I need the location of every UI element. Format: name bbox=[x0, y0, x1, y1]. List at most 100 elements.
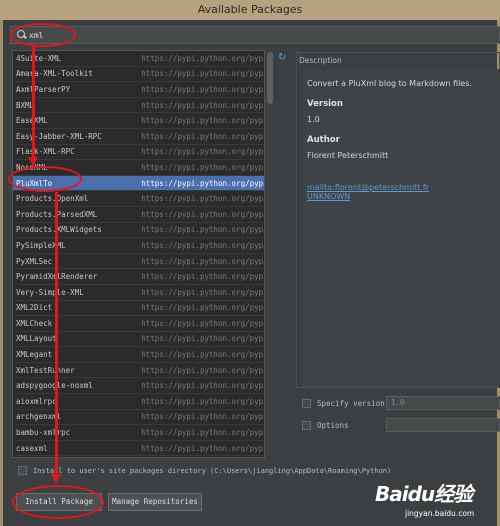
package-row[interactable]: Amara-XML-Toolkit https://pypi.python.org… bbox=[13, 67, 264, 83]
package-repo: https://pypi.python.org/pypi bbox=[141, 178, 264, 188]
package-name: Very-Simple-XML bbox=[16, 287, 84, 297]
baidu-jingyan-watermark: Baidu经验 jingyan.baidu.com bbox=[375, 478, 500, 524]
window-title: Available Packages bbox=[0, 0, 500, 20]
specify-version-checkbox[interactable] bbox=[302, 398, 311, 408]
package-repo: https://pypi.python.org/pypi bbox=[141, 287, 264, 297]
author-value: Florent Peterschmitt bbox=[307, 151, 389, 160]
package-repo: https://pypi.python.org/pypi bbox=[141, 147, 264, 157]
package-row[interactable]: bambu-xmlrpc https://pypi.python.org/pypi bbox=[13, 425, 264, 441]
package-repo: https://pypi.python.org/pypi bbox=[141, 225, 264, 235]
package-row[interactable]: Products.XMLWidgets https://pypi.python.o… bbox=[13, 223, 264, 239]
package-repo: https://pypi.python.org/pypi bbox=[141, 350, 264, 360]
package-repo: https://pypi.python.org/pypi bbox=[141, 162, 264, 172]
package-repo: https://pypi.python.org/pypi bbox=[141, 53, 264, 63]
package-row[interactable]: XMLCheck https://pypi.python.org/pypi bbox=[13, 316, 264, 332]
package-name: PyramidXmlRenderer bbox=[13, 272, 141, 281]
package-name: aioxmlrpc bbox=[16, 396, 57, 406]
homepage-link[interactable]: UNKNOWN bbox=[307, 192, 497, 201]
author-heading: Author bbox=[307, 135, 340, 145]
package-repo: https://pypi.python.org/pypi bbox=[141, 84, 264, 94]
watermark-logo: Baidu经验 bbox=[375, 482, 473, 506]
package-row[interactable]: AxmlParserPY https://pypi.python.org/pypi bbox=[13, 82, 264, 98]
refresh-icon[interactable]: ↻ bbox=[278, 53, 288, 63]
install-highlight-circle bbox=[12, 485, 104, 519]
package-list[interactable]: 4Suite-XML https://pypi.python.org/pypi Am… bbox=[12, 50, 265, 458]
package-row[interactable]: aioxmlrpc https://pypi.python.org/pypi bbox=[13, 394, 264, 410]
package-repo: https://pypi.python.org/pypi bbox=[141, 240, 264, 250]
arrow-head-1 bbox=[28, 157, 38, 166]
options-input[interactable] bbox=[386, 418, 500, 432]
package-row[interactable]: Easy-Jabber-XML-RPC https://pypi.python.o… bbox=[13, 129, 264, 145]
package-row[interactable]: EaseXMLhttps://pypi.python.org/pypi bbox=[13, 113, 264, 129]
package-repo: https://pypi.python.org/pypi bbox=[141, 131, 264, 141]
package-list-scrollbar[interactable] bbox=[266, 50, 274, 458]
package-row[interactable]: BXML https://pypi.python.org/pypi bbox=[13, 98, 264, 114]
description-content: Convert a PluXml blog to Markdown files.… bbox=[303, 69, 500, 387]
scrollbar-thumb[interactable] bbox=[267, 52, 273, 104]
manage-repositories-button[interactable]: Manage Repositories bbox=[108, 493, 202, 511]
package-row[interactable]: XMLLayout https://pypi.python.org/pypi bbox=[13, 332, 264, 348]
specify-version-label: Specify version bbox=[317, 398, 385, 408]
package-repo: https://pypi.python.org/pypi bbox=[141, 303, 264, 313]
package-repo: https://pypi.python.org/pypi bbox=[141, 381, 264, 391]
package-name: XMLCheck bbox=[16, 318, 53, 328]
package-repo: https://pypi.python.org/pypi bbox=[141, 69, 264, 79]
package-repo: https://pypi.python.org/pypi bbox=[141, 334, 264, 344]
package-repo: https://pypi.python.org/pypi bbox=[141, 116, 264, 126]
package-row[interactable]: Flask-XML-RPC https://pypi.python.org/pyp… bbox=[13, 145, 264, 161]
package-repo: https://pypi.python.org/pypi bbox=[141, 365, 264, 375]
package-name: adspygoogle-noxml bbox=[13, 381, 141, 390]
description-panel: Description Convert a PluXml blog to Mar… bbox=[296, 52, 500, 388]
options-label: Options bbox=[317, 420, 349, 430]
search-input[interactable] bbox=[29, 30, 429, 40]
package-name: XMLegant bbox=[16, 350, 53, 360]
package-highlight-circle bbox=[8, 166, 82, 192]
package-repo: https://pypi.python.org/pypi bbox=[141, 272, 264, 282]
package-name: PyXMLSec bbox=[16, 256, 53, 266]
package-repo: https://pypi.python.org/pypi bbox=[141, 412, 264, 422]
package-row[interactable]: 4Suite-XML https://pypi.python.org/pypi bbox=[13, 51, 264, 67]
options-checkbox[interactable] bbox=[302, 420, 311, 430]
package-name: archgenxml bbox=[16, 412, 62, 422]
package-row[interactable]: archgenxml https://pypi.python.org/pypi bbox=[13, 410, 264, 426]
package-name: PySimpleXML bbox=[16, 240, 66, 250]
package-repo: https://pypi.python.org/pypi bbox=[141, 428, 264, 438]
user-site-row: Install to user's site packages director… bbox=[18, 466, 391, 475]
search-bar[interactable] bbox=[10, 26, 500, 44]
options-row: Options bbox=[302, 418, 349, 432]
package-row[interactable]: PyXMLSec https://pypi.python.org/pypi bbox=[13, 254, 264, 270]
package-repo: https://pypi.python.org/pypi bbox=[141, 194, 264, 204]
package-row[interactable]: casexml https://pypi.python.org/pypi bbox=[13, 441, 264, 457]
package-repo: https://pypi.python.org/pypi bbox=[141, 100, 264, 110]
package-repo: https://pypi.python.org/pypi bbox=[141, 318, 264, 328]
package-row[interactable]: PySimpleXML https://pypi.python.org/pypi bbox=[13, 238, 264, 254]
package-row[interactable]: XMLegant https://pypi.python.org/pypi bbox=[13, 347, 264, 363]
package-row[interactable]: XML2Dict https://pypi.python.org/pypi bbox=[13, 301, 264, 317]
version-select[interactable]: 1.0 bbox=[386, 396, 500, 410]
package-name: XMLLayout bbox=[16, 334, 57, 344]
package-name: bambu-xmlrpc bbox=[16, 428, 71, 438]
user-site-label: Install to user's site packages director… bbox=[33, 466, 392, 475]
package-repo: https://pypi.python.org/pypi bbox=[141, 443, 264, 453]
package-name: Products.ParsedXML bbox=[13, 210, 141, 219]
package-row[interactable]: PyramidXmlRendererhttps://pypi.python.or… bbox=[13, 269, 264, 285]
description-legend: Description bbox=[299, 56, 342, 65]
arrow-search-to-package bbox=[32, 46, 35, 158]
package-repo: https://pypi.python.org/pypi bbox=[141, 256, 264, 266]
package-name: Products.OpenXml bbox=[16, 194, 89, 204]
specify-version-row: Specify version bbox=[302, 396, 385, 410]
package-row[interactable]: XmlTestRunner https://pypi.python.org/pyp… bbox=[13, 363, 264, 379]
arrow-head-2 bbox=[51, 474, 61, 483]
package-row[interactable]: adspygoogle-noxmlhttps://pypi.python.org… bbox=[13, 378, 264, 395]
package-row[interactable]: Products.ParsedXMLhttps://pypi.python.or… bbox=[13, 207, 264, 223]
user-site-checkbox[interactable] bbox=[18, 466, 27, 475]
package-repo: https://pypi.python.org/pypi bbox=[141, 209, 264, 219]
package-row[interactable]: Very-Simple-XML https://pypi.python.org/p… bbox=[13, 285, 264, 301]
package-summary: Convert a PluXml blog to Markdown files. bbox=[307, 79, 472, 88]
package-repo: https://pypi.python.org/pypi bbox=[141, 396, 264, 406]
author-email-link[interactable]: mailto:florent@peterschmitt.fr bbox=[307, 183, 497, 192]
package-row[interactable]: collective.gsxmlhttps://pypi.python.org/… bbox=[13, 456, 264, 457]
package-row[interactable]: Products.OpenXml https://pypi.python.org/… bbox=[13, 191, 264, 207]
package-name: casexml bbox=[16, 443, 48, 453]
version-value: 1.0 bbox=[307, 115, 320, 124]
